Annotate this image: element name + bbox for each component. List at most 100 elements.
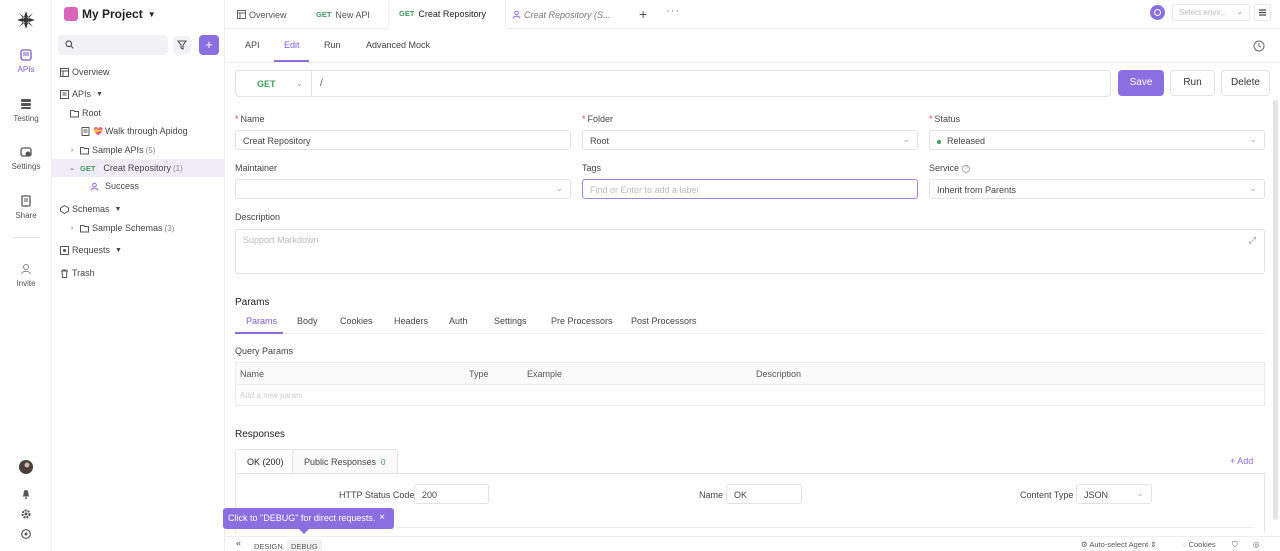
- help-circle-icon[interactable]: ?: [962, 164, 971, 173]
- bell-icon[interactable]: [21, 489, 31, 499]
- url-input[interactable]: /: [320, 78, 323, 89]
- tree-item-success[interactable]: Success: [52, 177, 224, 195]
- tree-item-root[interactable]: Root: [52, 104, 224, 122]
- rail-item-settings[interactable]: Settings: [0, 146, 52, 171]
- request-url-bar: GET ⌄ /: [235, 70, 1111, 97]
- user-avatar-wrap[interactable]: [0, 460, 52, 476]
- help-wrap[interactable]: [0, 529, 52, 541]
- name-field[interactable]: Creat Repository: [235, 130, 571, 150]
- apidog-logo[interactable]: [16, 10, 36, 30]
- filter-button[interactable]: [173, 36, 191, 54]
- status-dot: [937, 139, 941, 144]
- close-icon[interactable]: ×: [379, 512, 385, 523]
- tree-item-walkthrough[interactable]: 💝 Walk through Apidog: [52, 122, 224, 140]
- design-mode-button[interactable]: DESIGN: [250, 540, 287, 551]
- tab-cookies[interactable]: Cookies: [340, 316, 373, 326]
- environment-select[interactable]: Select envir... ⌄: [1172, 4, 1250, 21]
- tree-item-current-api[interactable]: ⌄ GET Creat Repository (1): [52, 159, 224, 177]
- gear-wrap[interactable]: [0, 509, 52, 521]
- menu-button[interactable]: [1254, 4, 1271, 21]
- tab-label: Creat Repository (S...: [524, 9, 611, 20]
- chevron-right-icon[interactable]: ›: [68, 147, 76, 154]
- tab-creat-repository-success[interactable]: Creat Repository (S...: [512, 0, 611, 29]
- history-icon[interactable]: [1253, 40, 1265, 52]
- tab-auth[interactable]: Auth: [449, 316, 468, 326]
- tab-api[interactable]: API: [245, 40, 260, 50]
- tab-params[interactable]: Params: [246, 316, 277, 326]
- more-tabs-icon[interactable]: ···: [666, 5, 680, 17]
- tab-headers[interactable]: Headers: [394, 316, 428, 326]
- tab-response-ok[interactable]: OK (200): [235, 449, 296, 474]
- chevron-right-icon[interactable]: ›: [68, 225, 76, 232]
- environment-placeholder: Select envir...: [1179, 8, 1228, 17]
- project-switcher[interactable]: My Project ▼: [64, 7, 156, 21]
- help-icon[interactable]: [21, 529, 31, 539]
- add-response-button[interactable]: + Add: [1230, 456, 1253, 466]
- shirt-icon[interactable]: ⛉: [1232, 540, 1238, 550]
- tab-run[interactable]: Run: [324, 40, 341, 50]
- tab-new-api[interactable]: GET New API: [316, 0, 370, 29]
- rail-item-testing[interactable]: Testing: [0, 98, 52, 123]
- avatar[interactable]: [19, 460, 33, 474]
- left-rail: APIs Testing Settings Share Invite: [0, 0, 52, 551]
- tree-item-schemas[interactable]: Schemas ▼: [52, 200, 224, 218]
- collapse-icon[interactable]: «: [236, 538, 241, 548]
- new-tab-button[interactable]: +: [639, 6, 647, 22]
- agent-select[interactable]: ⚙ Auto-select Agent ⇕: [1081, 540, 1157, 549]
- save-button[interactable]: Save: [1118, 70, 1164, 96]
- folder-select[interactable]: Root ⌄: [582, 130, 918, 150]
- rail-item-apis[interactable]: APIs: [0, 49, 52, 74]
- tree-count-sample-apis: (5): [145, 145, 156, 155]
- maintainer-label: Maintainer: [235, 163, 278, 173]
- tab-post-processors[interactable]: Post Processors: [631, 316, 697, 326]
- tree-item-overview[interactable]: Overview: [52, 63, 224, 81]
- scrollbar[interactable]: [1273, 100, 1278, 520]
- http-status-code-input[interactable]: 200: [414, 484, 489, 504]
- maintainer-select[interactable]: ⌄: [235, 179, 571, 199]
- cookies-button[interactable]: ◌ Cookies: [1182, 540, 1216, 549]
- tree-item-sample-schemas[interactable]: › Sample Schemas (3): [52, 219, 224, 237]
- content-type-select[interactable]: JSON ⌄: [1076, 484, 1152, 504]
- tab-public-responses[interactable]: Public Responses 0: [292, 449, 398, 474]
- add-button[interactable]: +: [199, 35, 219, 55]
- tree-item-apis[interactable]: APIs ▼: [52, 85, 224, 103]
- tab-pre-processors[interactable]: Pre Processors: [551, 316, 613, 326]
- method-select[interactable]: GET ⌄: [236, 71, 312, 96]
- tags-input[interactable]: Find or Enter to add a label: [582, 179, 918, 199]
- notifications-wrap[interactable]: [0, 489, 52, 501]
- run-button[interactable]: Run: [1170, 70, 1215, 96]
- rail-item-invite[interactable]: Invite: [0, 263, 52, 288]
- cookies-label: Cookies: [1188, 540, 1216, 549]
- debug-mode-button[interactable]: DEBUG: [287, 540, 322, 551]
- description-textarea[interactable]: Support Markdown ⤢: [235, 229, 1265, 274]
- chevron-down-icon[interactable]: ⌄: [68, 164, 76, 172]
- tab-advanced-mock[interactable]: Advanced Mock: [366, 40, 430, 50]
- project-name: My Project: [82, 7, 143, 21]
- agent-label: Auto-select Agent: [1089, 540, 1149, 549]
- description-placeholder: Support Markdown: [243, 235, 319, 245]
- tab-label: Overview: [249, 9, 287, 20]
- help-icon[interactable]: ◎: [1253, 540, 1260, 549]
- search-input[interactable]: [58, 35, 168, 55]
- tab-creat-repository[interactable]: GET Creat Repository: [388, 0, 506, 29]
- status-select[interactable]: Released ⌄: [929, 130, 1265, 150]
- walkthrough-emoji: 💝: [93, 126, 103, 136]
- tree-item-sample-apis[interactable]: › Sample APIs (5): [52, 141, 224, 159]
- overview-icon: [237, 10, 246, 19]
- environment-icon[interactable]: [1150, 5, 1165, 20]
- tab-overview[interactable]: Overview: [237, 0, 287, 29]
- service-select[interactable]: Inherit from Parents ⌄: [929, 179, 1265, 199]
- rail-item-share[interactable]: Share: [0, 195, 52, 220]
- add-param-input[interactable]: Add a new param: [240, 391, 303, 400]
- response-name-input[interactable]: OK: [726, 484, 802, 504]
- expand-icon[interactable]: ⤢: [1249, 235, 1256, 246]
- tab-body[interactable]: Body: [297, 316, 318, 326]
- method-badge: GET: [80, 163, 96, 173]
- tree-item-trash[interactable]: Trash: [52, 264, 224, 282]
- gear-icon[interactable]: [21, 509, 31, 519]
- tree-item-requests[interactable]: Requests ▼: [52, 241, 224, 259]
- active-tab-indicator: [274, 60, 309, 62]
- tab-settings[interactable]: Settings: [494, 316, 527, 326]
- delete-button[interactable]: Delete: [1221, 70, 1270, 96]
- tab-edit[interactable]: Edit: [284, 40, 300, 50]
